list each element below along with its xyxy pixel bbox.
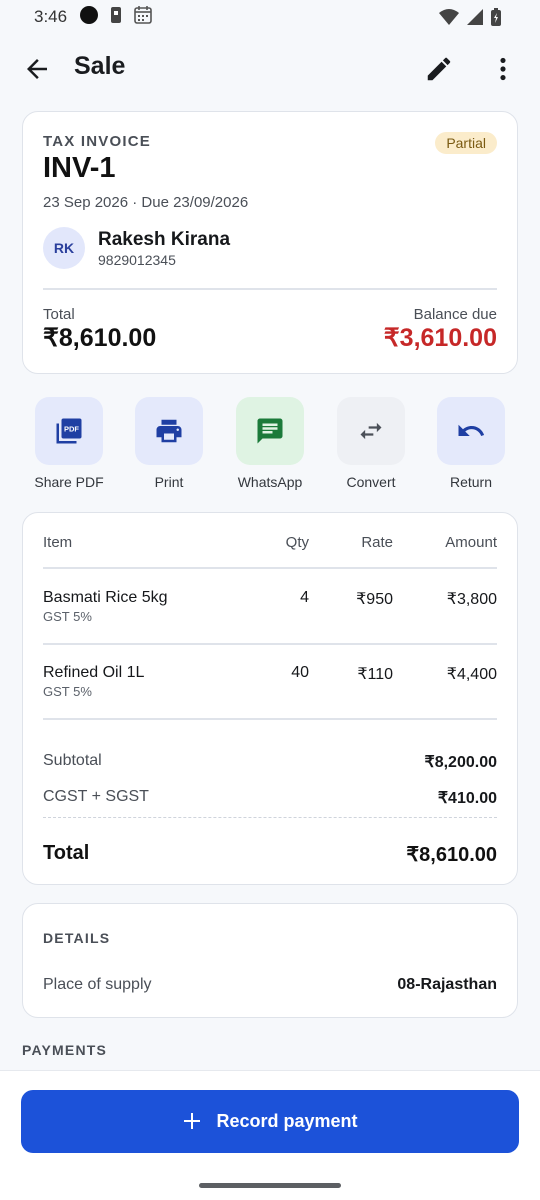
item-name: Refined Oil 1L — [43, 664, 145, 681]
app-bar: Sale — [0, 42, 540, 94]
column-header-amount: Amount — [445, 534, 497, 551]
balance-due-label: Balance due — [413, 306, 497, 323]
gesture-bar[interactable] — [199, 1183, 341, 1188]
details-title: DETAILS — [43, 930, 111, 946]
convert-label: Convert — [346, 474, 396, 490]
column-header-item: Item — [43, 534, 73, 551]
total-label: Total — [43, 306, 75, 323]
item-amount: ₹3,800 — [446, 591, 497, 608]
column-header-qty: Qty — [285, 534, 309, 551]
avatar: RK — [43, 227, 85, 269]
share-pdf-label: Share PDF — [34, 474, 104, 490]
dashed-divider — [43, 817, 497, 818]
back-arrow-icon[interactable] — [22, 54, 52, 84]
dot-icon — [79, 5, 99, 30]
grand-total-label: Total — [43, 842, 90, 864]
customer-name[interactable]: Rakesh Kirana — [98, 229, 230, 251]
more-vertical-icon[interactable] — [490, 54, 516, 84]
item-amount: ₹4,400 — [446, 666, 497, 683]
status-bar: 3:46 — [0, 0, 540, 34]
record-payment-button[interactable]: Record payment — [21, 1090, 519, 1153]
payments-title: PAYMENTS — [22, 1042, 108, 1058]
tax-value: ₹410.00 — [437, 790, 497, 807]
status-badge: Partial — [435, 132, 497, 154]
print-label: Print — [154, 474, 184, 490]
invoice-type-label: TAX INVOICE — [43, 133, 151, 150]
total-value: ₹8,610.00 — [43, 324, 157, 352]
invoice-dates: 23 Sep 2026 · Due 23/09/2026 — [43, 194, 249, 211]
wifi-icon — [438, 8, 460, 31]
item-rate: ₹950 — [356, 591, 393, 608]
place-of-supply-value: 08-Rajasthan — [397, 976, 497, 993]
grand-total-value: ₹8,610.00 — [406, 844, 497, 866]
divider — [43, 567, 497, 569]
item-name: Basmati Rice 5kg — [43, 589, 168, 606]
sim-icon — [109, 6, 123, 29]
item-tax: GST 5% — [43, 609, 92, 624]
customer-phone: 9829012345 — [98, 252, 176, 268]
signal-icon — [466, 8, 484, 31]
item-rate: ₹110 — [357, 666, 393, 683]
return-button[interactable]: Return — [421, 397, 521, 490]
calendar-icon — [133, 5, 153, 30]
page-title: Sale — [74, 52, 126, 80]
divider — [43, 718, 497, 720]
record-payment-label: Record payment — [216, 1111, 358, 1131]
tax-label: CGST + SGST — [43, 788, 149, 805]
svg-text:PDF: PDF — [64, 425, 79, 434]
plus-icon — [182, 1109, 202, 1135]
balance-due-value: ₹3,610.00 — [383, 324, 497, 352]
items-card: Item Qty Rate Amount Basmati Rice 5kg GS… — [22, 512, 518, 885]
place-of-supply-label: Place of supply — [43, 976, 152, 993]
quick-actions: PDF Share PDF Print WhatsApp Convert Ret… — [19, 397, 521, 497]
item-qty: 40 — [291, 664, 309, 681]
divider — [43, 288, 497, 290]
chat-icon — [236, 397, 304, 465]
pdf-icon: PDF — [35, 397, 103, 465]
subtotal-value: ₹8,200.00 — [424, 754, 497, 771]
subtotal-label: Subtotal — [43, 752, 102, 769]
item-qty: 4 — [300, 589, 309, 606]
divider — [43, 643, 497, 645]
whatsapp-button[interactable]: WhatsApp — [220, 397, 320, 490]
details-card: DETAILS Place of supply 08-Rajasthan — [22, 903, 518, 1018]
share-pdf-button[interactable]: PDF Share PDF — [19, 397, 119, 490]
battery-icon — [490, 7, 502, 32]
item-tax: GST 5% — [43, 684, 92, 699]
undo-icon — [437, 397, 505, 465]
printer-icon — [135, 397, 203, 465]
whatsapp-label: WhatsApp — [237, 474, 303, 490]
status-time: 3:46 — [34, 7, 68, 26]
invoice-summary-card: TAX INVOICE Partial INV-1 23 Sep 2026 · … — [22, 111, 518, 374]
bottom-action-bar: Record payment — [0, 1070, 540, 1200]
convert-button[interactable]: Convert — [321, 397, 421, 490]
invoice-number: INV-1 — [43, 152, 116, 184]
column-header-rate: Rate — [361, 534, 393, 551]
print-button[interactable]: Print — [119, 397, 219, 490]
pencil-icon[interactable] — [424, 54, 454, 84]
swap-icon — [337, 397, 405, 465]
return-label: Return — [449, 474, 493, 490]
